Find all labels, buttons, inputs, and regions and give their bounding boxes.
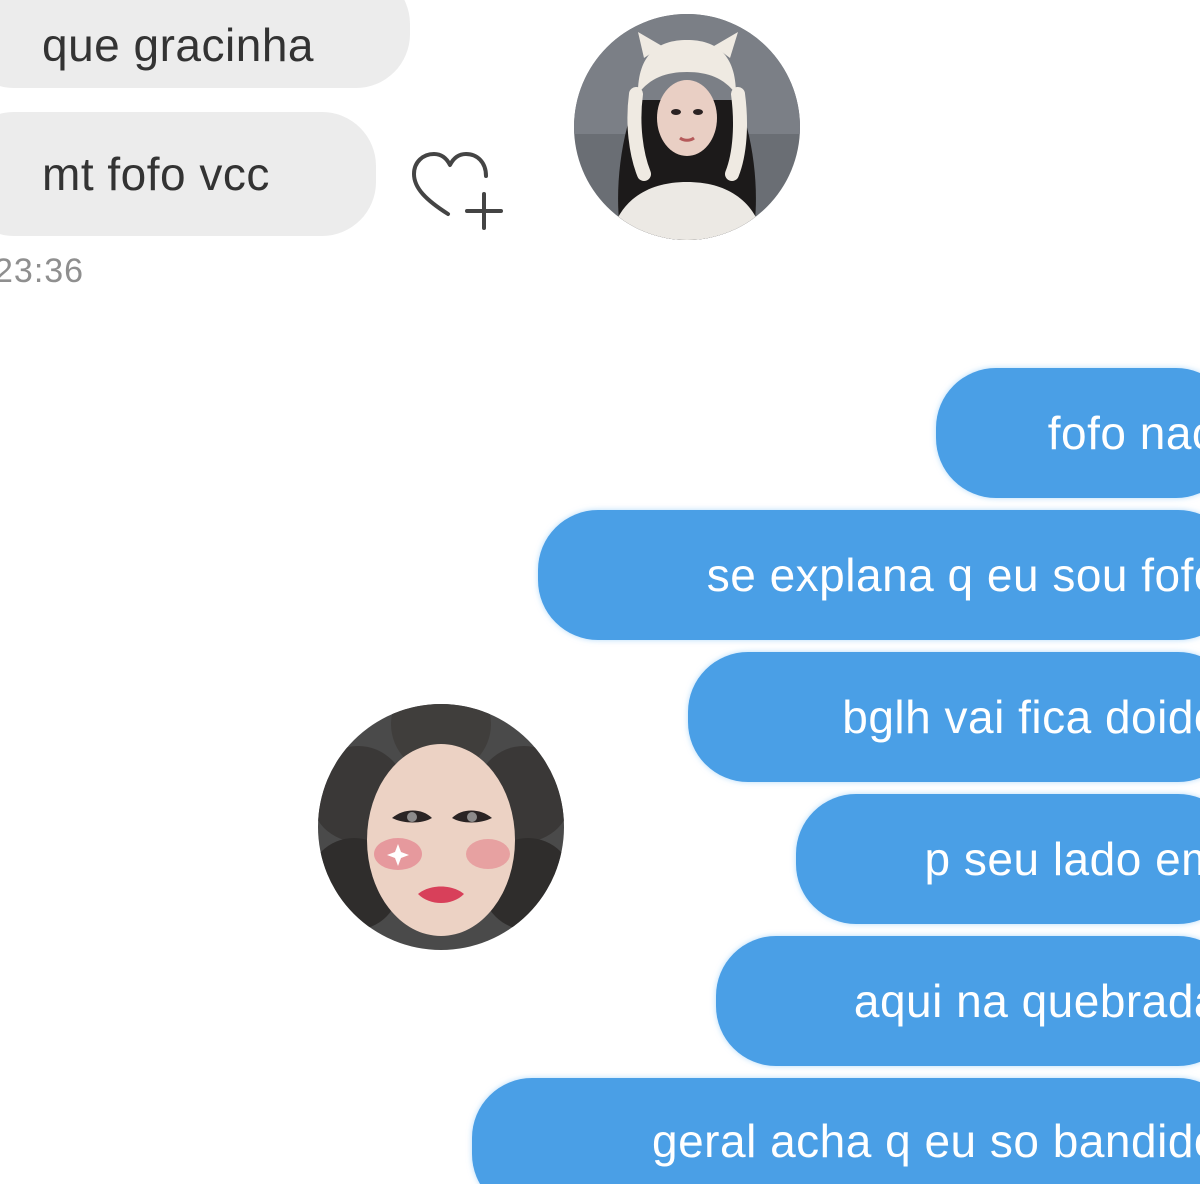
sent-message[interactable]: aqui na quebrada bbox=[716, 936, 1200, 1066]
sent-message[interactable]: se explana q eu sou fofo bbox=[538, 510, 1200, 640]
message-text: se explana q eu sou fofo bbox=[706, 549, 1200, 601]
message-text: bglh vai fica doido bbox=[842, 691, 1200, 743]
message-text: fofo nao bbox=[1047, 407, 1200, 459]
message-text: p seu lado em bbox=[924, 833, 1200, 885]
received-message[interactable]: mt fofo vcc bbox=[0, 112, 376, 236]
message-text: geral acha q eu so bandido bbox=[652, 1115, 1200, 1167]
sent-message[interactable]: p seu lado em bbox=[796, 794, 1200, 924]
message-timestamp: 23:36 bbox=[0, 252, 85, 290]
heart-plus-icon[interactable] bbox=[406, 148, 506, 240]
contact-avatar[interactable] bbox=[574, 14, 800, 240]
message-text: que gracinha bbox=[42, 19, 314, 71]
sent-message[interactable]: fofo nao bbox=[936, 368, 1200, 498]
message-text: aqui na quebrada bbox=[853, 975, 1200, 1027]
chat-screen: que gracinha mt fofo vcc 23:36 fofo na s… bbox=[0, 0, 1200, 1184]
message-text: mt fofo vcc bbox=[42, 148, 270, 200]
received-message[interactable]: que gracinha bbox=[0, 0, 410, 88]
sent-message[interactable]: geral acha q eu so bandido bbox=[472, 1078, 1200, 1184]
sent-message[interactable]: bglh vai fica doido bbox=[688, 652, 1200, 782]
user-avatar[interactable] bbox=[318, 704, 564, 950]
